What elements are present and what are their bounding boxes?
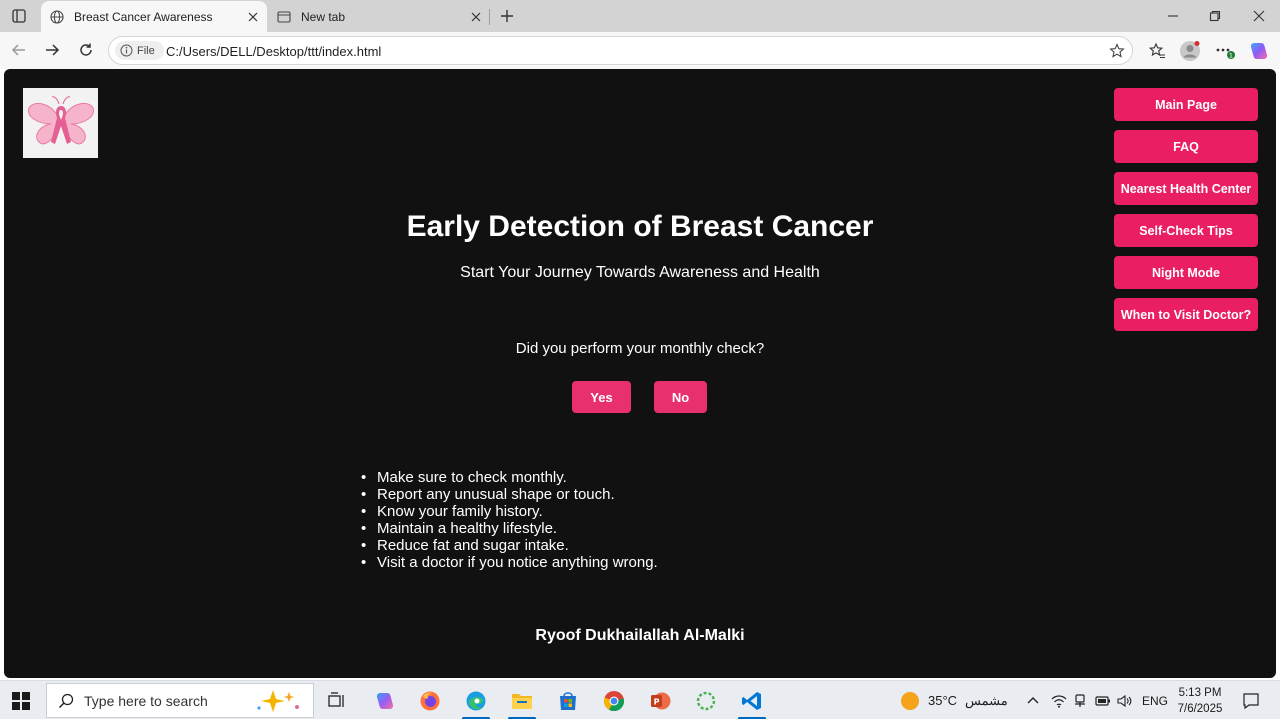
sun-icon <box>900 691 920 711</box>
microsoft-store-icon[interactable] <box>550 685 586 716</box>
loading-ring-app-icon[interactable] <box>688 685 724 716</box>
new-tab-page-icon <box>276 9 292 25</box>
browser-toolbar: File C:/Users/DELL/Desktop/ttt/index.htm… <box>0 32 1280 69</box>
close-tab-icon[interactable] <box>468 9 484 25</box>
main-page-button[interactable]: Main Page <box>1114 88 1258 121</box>
meet-now-icon[interactable] <box>1073 681 1087 719</box>
more-options-icon[interactable]: 1 <box>1214 40 1236 62</box>
windows-start-icon[interactable] <box>10 690 32 712</box>
weather-widget[interactable]: 35°C مشمس <box>900 681 1008 719</box>
search-icon <box>57 692 75 710</box>
minimize-icon[interactable] <box>1161 4 1185 28</box>
refresh-icon[interactable] <box>74 38 98 62</box>
list-item: Report any unusual shape or touch. <box>361 486 658 503</box>
task-view-icon[interactable] <box>319 685 355 716</box>
tab-divider <box>489 9 490 25</box>
faq-button[interactable]: FAQ <box>1114 130 1258 163</box>
tab-title: Breast Cancer Awareness <box>74 9 213 24</box>
nearest-health-center-button[interactable]: Nearest Health Center <box>1114 172 1258 205</box>
chrome-icon[interactable] <box>596 685 632 716</box>
volume-icon[interactable] <box>1117 681 1133 719</box>
profile-avatar-icon[interactable] <box>1179 40 1201 62</box>
copilot-app-icon[interactable] <box>367 685 403 716</box>
favorite-star-icon[interactable] <box>1108 42 1126 60</box>
list-item: Visit a doctor if you notice anything wr… <box>361 554 658 571</box>
when-to-visit-doctor-button[interactable]: When to Visit Doctor? <box>1114 298 1258 331</box>
info-icon <box>119 44 133 58</box>
close-window-icon[interactable] <box>1247 4 1271 28</box>
tab-title: New tab <box>301 9 346 24</box>
tab-new-tab[interactable]: New tab <box>268 1 490 32</box>
tab-breast-cancer-awareness[interactable]: Breast Cancer Awareness <box>41 1 267 32</box>
night-mode-button[interactable]: Night Mode <box>1114 256 1258 289</box>
page-title: Early Detection of Breast Cancer <box>406 210 874 243</box>
tips-list: Make sure to check monthly. Report any u… <box>361 469 658 571</box>
back-arrow-icon[interactable] <box>7 38 31 62</box>
file-explorer-icon[interactable] <box>504 685 540 719</box>
restore-icon[interactable] <box>1203 4 1227 28</box>
list-item: Know your family history. <box>361 503 658 520</box>
list-item: Make sure to check monthly. <box>361 469 658 486</box>
clock-date: 7/6/2025 <box>1177 703 1223 715</box>
battery-icon[interactable] <box>1095 681 1111 719</box>
show-hidden-icons-chevron-icon[interactable] <box>1026 681 1040 719</box>
powerpoint-icon[interactable]: P <box>642 685 678 716</box>
weather-condition: مشمس <box>965 692 1008 708</box>
site-info-button[interactable]: File <box>115 41 164 60</box>
search-placeholder: Type here to search <box>84 692 208 709</box>
favorites-icon[interactable] <box>1146 40 1168 62</box>
svg-text:1: 1 <box>1229 52 1233 60</box>
firefox-icon[interactable] <box>412 685 448 716</box>
pink-ribbon-butterfly-logo <box>23 88 98 158</box>
close-tab-icon[interactable] <box>245 9 261 25</box>
tab-strip: Breast Cancer Awareness New tab <box>0 0 1280 32</box>
author-name: Ryoof Dukhailallah Al-Malki <box>535 627 745 644</box>
page-subtitle: Start Your Journey Towards Awareness and… <box>460 264 820 281</box>
notification-icon[interactable] <box>1240 690 1262 712</box>
site-info-label: File <box>137 44 155 57</box>
forward-arrow-icon[interactable] <box>40 38 64 62</box>
no-button[interactable]: No <box>654 381 707 413</box>
list-item: Maintain a healthy lifestyle. <box>361 520 658 537</box>
page-viewport: Early Detection of Breast Cancer Start Y… <box>4 69 1276 678</box>
input-language[interactable]: ENG <box>1142 681 1168 719</box>
tab-actions-icon[interactable] <box>8 6 30 26</box>
globe-icon <box>49 9 65 25</box>
sparkle-icon <box>251 688 307 714</box>
self-check-tips-button[interactable]: Self-Check Tips <box>1114 214 1258 247</box>
copilot-icon[interactable] <box>1248 40 1270 62</box>
vscode-icon[interactable] <box>734 685 770 719</box>
edge-browser-icon[interactable] <box>458 685 494 719</box>
new-tab-plus-icon[interactable] <box>496 5 518 27</box>
svg-text:P: P <box>654 697 660 706</box>
network-icon[interactable] <box>1051 681 1067 719</box>
monthly-check-question: Did you perform your monthly check? <box>515 340 765 357</box>
weather-temperature: 35°C <box>928 693 958 708</box>
list-item: Reduce fat and sugar intake. <box>361 537 658 554</box>
address-bar[interactable]: File C:/Users/DELL/Desktop/ttt/index.htm… <box>108 36 1133 65</box>
url-text[interactable]: C:/Users/DELL/Desktop/ttt/index.html <box>166 44 381 59</box>
yes-button[interactable]: Yes <box>572 381 631 413</box>
taskbar-clock[interactable]: 5:13 PM 7/6/2025 <box>1168 685 1232 717</box>
windows-taskbar: Type here to search P 35°C مشمس ENG 5:13… <box>0 680 1280 719</box>
side-navigation: Main Page FAQ Nearest Health Center Self… <box>1114 88 1258 340</box>
taskbar-search-box[interactable]: Type here to search <box>46 683 314 718</box>
clock-time: 5:13 PM <box>1178 687 1222 699</box>
